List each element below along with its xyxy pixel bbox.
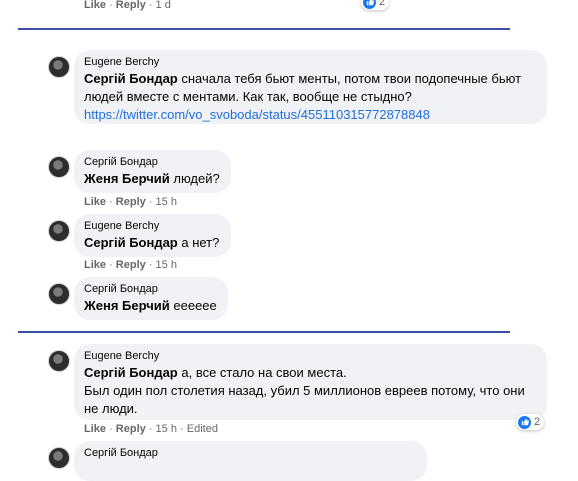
divider-line	[18, 28, 510, 30]
avatar[interactable]	[48, 56, 70, 78]
comment-author[interactable]: Сергій Бондар	[84, 156, 221, 168]
comment-text: Женя Берчий ееееее	[84, 298, 217, 313]
reply-link[interactable]: Reply	[116, 0, 146, 11]
mention-link[interactable]: Женя Берчий	[84, 171, 170, 186]
reaction-count: 2	[379, 0, 386, 8]
comment-bubble: Сергій Бондар Женя Берчий ееееее	[74, 277, 228, 320]
comment-meta: Like · Reply · 15 h	[84, 196, 177, 208]
reaction-count: 2	[534, 416, 541, 428]
mention-link[interactable]: Сергій Бондар	[84, 235, 178, 250]
mention-link[interactable]: Женя Берчий	[84, 298, 170, 313]
comment-bubble: Eugene Berchy Сергій Бондар а нет?	[74, 214, 231, 257]
timestamp: 15 h	[155, 423, 177, 435]
comment-meta: Like · Reply · 15 h · Edited	[84, 423, 218, 435]
avatar[interactable]	[48, 156, 70, 178]
comment-author[interactable]: Eugene Berchy	[84, 56, 537, 68]
reply-link[interactable]: Reply	[116, 196, 146, 208]
thumbs-up-icon	[518, 415, 531, 429]
like-link[interactable]: Like	[84, 196, 106, 208]
mention-link[interactable]: Сергій Бондар	[84, 365, 178, 380]
mention-link[interactable]: Сергій Бондар	[84, 71, 178, 86]
timestamp: 15 h	[155, 196, 177, 208]
comment-bubble: Сергій Бондар Женя Берчий людей?	[74, 150, 231, 193]
comment-author[interactable]: Сергій Бондар	[84, 447, 417, 459]
reaction-badge[interactable]: 2	[361, 0, 390, 10]
comment-bubble: Eugene Berchy Сергій Бондар сначала тебя…	[74, 50, 547, 124]
like-link[interactable]: Like	[84, 259, 106, 271]
avatar[interactable]	[48, 350, 70, 372]
edited-label: Edited	[186, 423, 218, 435]
comment-text: Сергій Бондар сначала тебя бьют менты, п…	[84, 71, 522, 122]
reaction-badge[interactable]: 2	[516, 414, 545, 430]
comment-meta: Like · Reply · 1 d	[84, 0, 171, 11]
divider-line	[18, 331, 510, 333]
reply-link[interactable]: Reply	[116, 423, 146, 435]
reply-link[interactable]: Reply	[116, 259, 146, 271]
like-link[interactable]: Like	[84, 0, 106, 11]
timestamp: 1 d	[155, 0, 171, 11]
avatar[interactable]	[48, 283, 70, 305]
timestamp: 15 h	[155, 259, 177, 271]
comment-author[interactable]: Eugene Berchy	[84, 350, 537, 362]
like-link[interactable]: Like	[84, 423, 106, 435]
comment-bubble: Eugene Berchy Сергій Бондар а, все стало…	[74, 344, 547, 420]
avatar[interactable]	[48, 220, 70, 242]
thumbs-up-icon	[363, 0, 376, 9]
url-link[interactable]: https://twitter.com/vo_svoboda/status/45…	[84, 107, 430, 122]
comment-author[interactable]: Сергій Бондар	[84, 283, 218, 295]
avatar[interactable]	[48, 447, 70, 469]
comment-meta: Like · Reply · 15 h	[84, 259, 177, 271]
comment-author[interactable]: Eugene Berchy	[84, 220, 221, 232]
comment-bubble: Сергій Бондар	[74, 441, 427, 481]
comment-text: Женя Берчий людей?	[84, 171, 220, 186]
comment-text: Сергій Бондар а нет?	[84, 235, 220, 250]
comment-text: Сергій Бондар а, все стало на свои места…	[84, 365, 525, 416]
